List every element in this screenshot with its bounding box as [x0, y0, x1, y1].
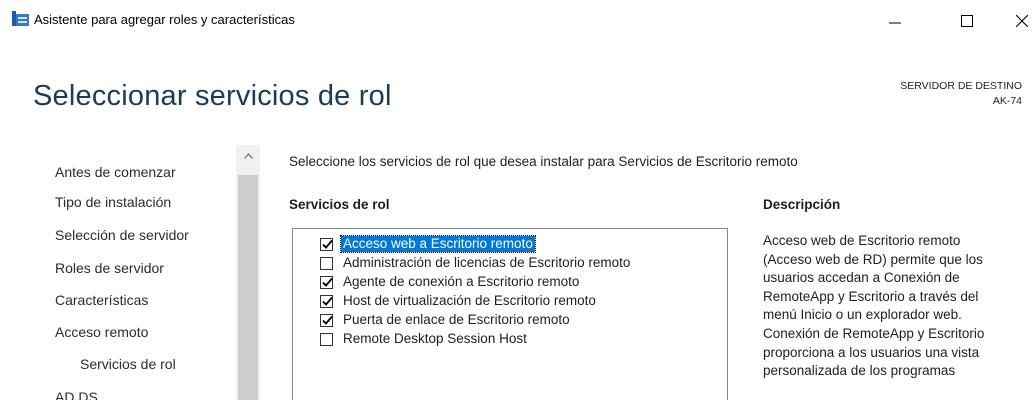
role-description: Acceso web de Escritorio remoto (Acceso …: [763, 232, 1033, 381]
destination-server: SERVIDOR DE DESTINO AK-74: [900, 79, 1022, 109]
role-item-session-host[interactable]: Remote Desktop Session Host: [320, 330, 529, 348]
role-label: Puerta de enlace de Escritorio remoto: [343, 312, 570, 327]
check-icon: [322, 239, 333, 249]
role-item-host-virtualizacion[interactable]: Host de virtualización de Escritorio rem…: [320, 292, 598, 310]
role-services-list[interactable]: Acceso web a Escritorio remoto Administr…: [292, 228, 728, 400]
description-line: Acceso web de Escritorio remoto: [763, 233, 961, 248]
instruction-text: Seleccione los servicios de rol que dese…: [289, 154, 798, 169]
role-label: Administración de licencias de Escritori…: [343, 255, 631, 270]
checkbox[interactable]: [320, 237, 333, 251]
maximize-icon: [961, 15, 973, 27]
nav-item-caracteristicas[interactable]: Características: [55, 292, 148, 308]
role-label: Remote Desktop Session Host: [343, 331, 527, 346]
description-line: Conexión de RemoteApp y Escritorio: [763, 325, 985, 341]
maximize-button[interactable]: [944, 6, 990, 36]
role-label: Agente de conexión a Escritorio remoto: [343, 274, 580, 289]
description-line: usuarios accedan a Conexión de: [763, 270, 960, 286]
description-header: Descripción: [763, 197, 841, 212]
roles-header: Servicios de rol: [289, 197, 390, 212]
destination-server-name: AK-74: [992, 95, 1022, 107]
role-item-licencias[interactable]: Administración de licencias de Escritori…: [320, 254, 632, 272]
checkbox[interactable]: [320, 332, 333, 346]
destination-label: SERVIDOR DE DESTINO: [900, 80, 1022, 92]
role-item-acceso-web[interactable]: Acceso web a Escritorio remoto: [320, 235, 536, 253]
role-label: Host de virtualización de Escritorio rem…: [343, 293, 596, 308]
description-line: proporciona a los usuarios una vista: [763, 344, 980, 360]
description-line: (Acceso web de RD) permite que los: [763, 251, 983, 267]
chevron-up-icon: [243, 153, 253, 159]
description-line: RemoteApp y Escritorio a través del: [763, 288, 979, 304]
role-label: Acceso web a Escritorio remoto: [340, 235, 536, 253]
nav-scrollbar[interactable]: [236, 145, 260, 400]
page-title: Seleccionar servicios de rol: [33, 80, 392, 112]
description-line: menú Inicio o un explorador web.: [763, 307, 962, 323]
check-icon: [322, 296, 333, 306]
checkbox[interactable]: [320, 275, 333, 289]
minimize-icon: [889, 22, 901, 24]
checkbox[interactable]: [320, 256, 333, 270]
check-icon: [322, 315, 333, 325]
role-item-puerta-enlace[interactable]: Puerta de enlace de Escritorio remoto: [320, 311, 572, 329]
nav-item-acceso-remoto[interactable]: Acceso remoto: [55, 324, 148, 340]
window-title: Asistente para agregar roles y caracterí…: [34, 12, 295, 27]
close-button[interactable]: [1008, 6, 1036, 36]
nav-item-tipo-instalacion[interactable]: Tipo de instalación: [55, 194, 171, 210]
server-manager-icon: [12, 11, 29, 26]
nav-item-servicios-de-rol[interactable]: Servicios de rol: [80, 356, 176, 372]
description-line: personalizada de los programas: [763, 363, 956, 379]
close-icon: [1016, 15, 1028, 27]
minimize-button[interactable]: [872, 6, 918, 36]
role-item-agente-conexion[interactable]: Agente de conexión a Escritorio remoto: [320, 273, 581, 291]
title-bar: Asistente para agregar roles y caracterí…: [0, 0, 1036, 46]
nav-item-ad-ds[interactable]: AD DS: [55, 389, 98, 400]
scroll-up-button[interactable]: [236, 145, 260, 167]
scroll-thumb[interactable]: [238, 175, 258, 400]
checkbox[interactable]: [320, 294, 333, 308]
checkbox[interactable]: [320, 313, 333, 327]
check-icon: [322, 277, 333, 287]
nav-item-roles-servidor[interactable]: Roles de servidor: [55, 260, 164, 276]
nav-item-seleccion-servidor[interactable]: Selección de servidor: [55, 227, 189, 243]
nav-item-antes-de-comenzar[interactable]: Antes de comenzar: [55, 164, 176, 180]
